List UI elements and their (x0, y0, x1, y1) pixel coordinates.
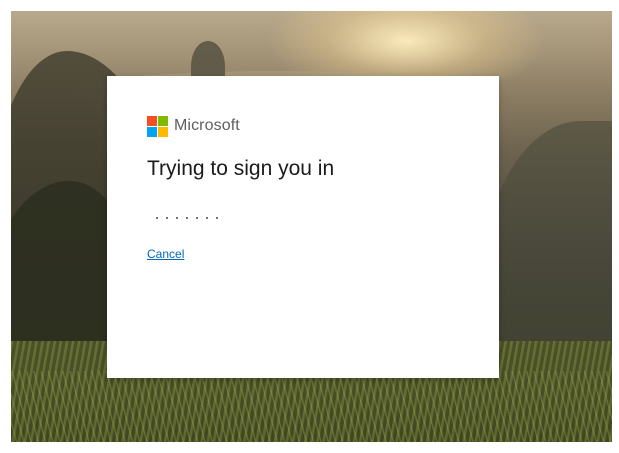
cancel-link[interactable]: Cancel (147, 247, 184, 261)
sign-in-dialog: Microsoft Trying to sign you in Cancel (107, 76, 499, 378)
logo-yellow-square (158, 126, 168, 137)
microsoft-logo-icon (147, 115, 168, 137)
logo-red-square (147, 115, 157, 126)
page-title: Trying to sign you in (147, 157, 335, 180)
progress-dot (206, 217, 208, 219)
progress-dot (156, 217, 158, 219)
brand-header: Microsoft (147, 115, 240, 137)
progress-dots-icon (156, 217, 236, 223)
progress-dot (186, 217, 188, 219)
window-frame: Microsoft Trying to sign you in Cancel (0, 0, 619, 453)
progress-dot (166, 217, 168, 219)
progress-dot (216, 217, 218, 219)
brand-name: Microsoft (174, 117, 240, 134)
grass-blades (11, 371, 612, 442)
logo-green-square (158, 115, 168, 126)
progress-dot (176, 217, 178, 219)
logo-blue-square (147, 126, 157, 137)
progress-dot (196, 217, 198, 219)
